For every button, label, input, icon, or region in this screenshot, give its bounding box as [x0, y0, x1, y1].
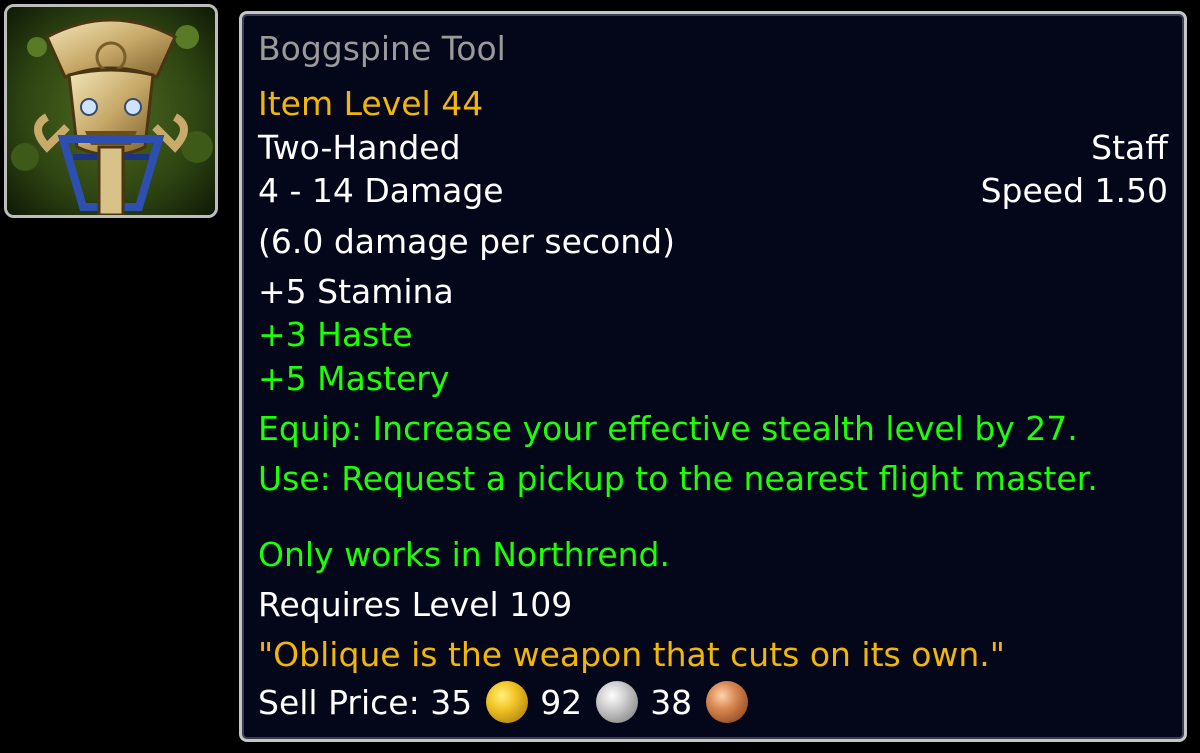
required-level: Requires Level 109 — [258, 585, 573, 624]
use-effect: Use: Request a pickup to the nearest fli… — [258, 459, 1098, 498]
item-name: Boggspine Tool — [258, 29, 506, 68]
silver-coin-icon — [596, 680, 639, 723]
silver-amount: 92 — [540, 683, 583, 722]
copper-amount: 38 — [650, 683, 693, 722]
flavor-text: "Oblique is the weapon that cuts on its … — [258, 635, 1005, 674]
item-type: Staff — [1091, 128, 1168, 167]
tiki-staff-icon — [7, 7, 215, 215]
stat-stamina: +5 Stamina — [258, 272, 454, 311]
restriction-text: Only works in Northrend. — [258, 535, 670, 574]
stat-mastery: +5 Mastery — [258, 359, 450, 398]
item-icon-frame[interactable] — [4, 4, 218, 218]
item-damage: 4 - 14 Damage — [258, 171, 504, 210]
slot-row: Two-Handed Staff — [258, 126, 1168, 170]
gold-coin-icon — [486, 680, 529, 723]
copper-coin-icon — [706, 680, 749, 723]
stat-haste: +3 Haste — [258, 315, 413, 354]
item-slot: Two-Handed — [258, 128, 461, 167]
item-level: Item Level 44 — [258, 84, 484, 123]
damage-row: 4 - 14 Damage Speed 1.50 — [258, 169, 1168, 213]
item-dps: (6.0 damage per second) — [258, 222, 675, 261]
equip-effect: Equip: Increase your effective stealth l… — [258, 409, 1078, 448]
gold-amount: 35 — [430, 683, 473, 722]
item-speed: Speed 1.50 — [980, 171, 1168, 210]
item-tooltip: Boggspine Tool Item Level 44 Two-Handed … — [239, 11, 1187, 742]
sell-price: Sell Price: 35 92 38 — [258, 680, 1168, 725]
sell-price-label: Sell Price: — [258, 683, 431, 722]
